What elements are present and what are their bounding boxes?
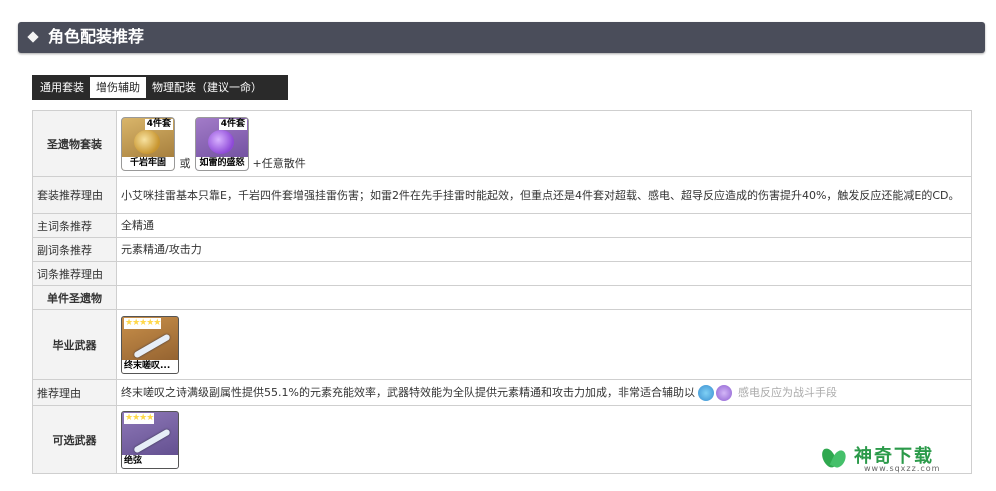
table-row: 单件圣遗物 — [32, 285, 972, 310]
weapon-reason-faded-text: 感电反应为战斗手段 — [737, 385, 837, 399]
build-table: 圣遗物套装 4件套 千岩牢固 或 4件套 如雷的盛怒 +任意散件 套装推荐理由 … — [32, 110, 972, 474]
weapon-name: 绝弦 — [122, 454, 178, 468]
tab-general-set[interactable]: 通用套装 — [34, 77, 90, 98]
diamond-icon — [27, 31, 39, 43]
element-icons — [698, 384, 734, 401]
weapon-reason-cell: 终末嗟叹之诗满级副属性提供55.1%的元素充能效率，武器特效能为全队提供元素精通… — [116, 379, 972, 406]
artifact-set-name: 如雷的盛怒 — [196, 156, 248, 170]
geo-flower-icon — [134, 129, 160, 154]
bow-icon — [133, 427, 171, 454]
artifact-set-name: 千岩牢固 — [122, 156, 174, 170]
table-row: 圣遗物套装 4件套 千岩牢固 或 4件套 如雷的盛怒 +任意散件 — [32, 110, 972, 177]
electro-flower-icon — [208, 129, 234, 154]
electro-swirl-icon — [716, 384, 733, 401]
single-artifact-text — [116, 285, 972, 310]
artifact-set-cell: 4件套 千岩牢固 或 4件套 如雷的盛怒 +任意散件 — [116, 110, 972, 177]
sub-stat-text: 元素精通/攻击力 — [116, 237, 972, 262]
bow-icon — [133, 332, 171, 359]
row-label: 副词条推荐 — [32, 237, 117, 262]
rarity-stars: ★★★★ — [124, 412, 154, 424]
weapon-card[interactable]: ★★★★★ 终末嗟叹... — [121, 315, 179, 374]
row-label: 主词条推荐 — [32, 213, 117, 238]
row-label: 毕业武器 — [32, 309, 117, 380]
row-label: 套装推荐理由 — [32, 176, 117, 214]
section-title: 角色配装推荐 — [48, 27, 145, 46]
watermark-url: www.sqxzz.com — [864, 464, 941, 473]
weapon-card[interactable]: ★★★★ 绝弦 — [121, 410, 179, 469]
leaf-logo-icon — [819, 445, 849, 473]
piece-count-tag: 4件套 — [218, 118, 247, 130]
table-row: 套装推荐理由 小艾咪挂雷基本只靠E，千岩四件套增强挂雷伤害；如雷2件在先手挂雷时… — [32, 176, 972, 214]
tab-physical-build[interactable]: 物理配装（建议一命） — [146, 77, 268, 98]
main-stat-text: 全精通 — [116, 213, 972, 238]
best-weapon-cell: ★★★★★ 终末嗟叹... — [116, 309, 972, 380]
weapon-reason-text: 终末嗟叹之诗满级副属性提供55.1%的元素充能效率，武器特效能为全队提供元素精通… — [121, 385, 695, 399]
tab-damage-support[interactable]: 增伤辅助 — [90, 77, 146, 98]
stat-reason-text — [116, 261, 972, 286]
tab-bar: 通用套装 增伤辅助 物理配装（建议一命） — [32, 75, 288, 100]
hydro-swirl-icon — [698, 384, 715, 401]
artifact-set-item[interactable]: 4件套 千岩牢固 — [121, 116, 175, 171]
row-label: 圣遗物套装 — [32, 110, 117, 177]
artifact-set-item[interactable]: 4件套 如雷的盛怒 — [195, 116, 249, 171]
site-watermark: 神奇下载 www.sqxzz.com — [819, 439, 980, 479]
table-row: 毕业武器 ★★★★★ 终末嗟叹... — [32, 309, 972, 380]
section-header: 角色配装推荐 — [18, 22, 985, 53]
table-row: 词条推荐理由 — [32, 261, 972, 286]
piece-count-tag: 4件套 — [144, 118, 173, 130]
set-reason-text: 小艾咪挂雷基本只靠E，千岩四件套增强挂雷伤害；如雷2件在先手挂雷时能起效，但重点… — [116, 176, 972, 214]
row-label: 推荐理由 — [32, 379, 117, 406]
any-pieces-text: +任意散件 — [252, 156, 306, 170]
row-label: 单件圣遗物 — [32, 285, 117, 310]
or-text: 或 — [179, 156, 191, 170]
table-row: 推荐理由 终末嗟叹之诗满级副属性提供55.1%的元素充能效率，武器特效能为全队提… — [32, 379, 972, 406]
table-row: 主词条推荐 全精通 — [32, 213, 972, 238]
row-label: 词条推荐理由 — [32, 261, 117, 286]
table-row: 副词条推荐 元素精通/攻击力 — [32, 237, 972, 262]
rarity-stars: ★★★★★ — [124, 317, 161, 329]
weapon-name: 终末嗟叹... — [122, 359, 178, 373]
row-label: 可选武器 — [32, 405, 117, 474]
